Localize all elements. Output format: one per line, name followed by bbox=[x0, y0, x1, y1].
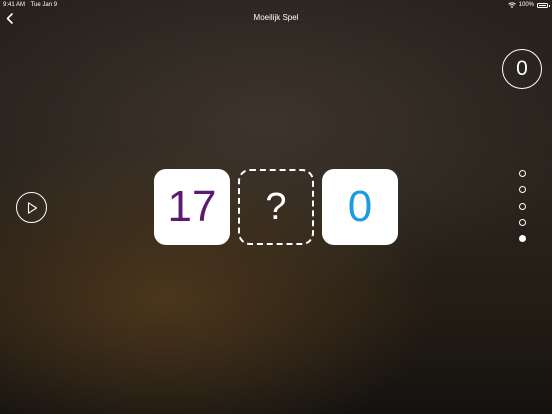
play-button[interactable] bbox=[16, 192, 47, 223]
battery-icon bbox=[537, 2, 550, 8]
number-tile-right: 0 bbox=[322, 169, 398, 245]
progress-dot bbox=[519, 202, 526, 210]
progress-dot bbox=[519, 170, 526, 177]
progress-dot bbox=[519, 235, 526, 243]
status-right: 100% bbox=[507, 0, 550, 10]
status-left: 9:41 AM Tue Jan 9 bbox=[3, 0, 61, 10]
status-date: Tue Jan 9 bbox=[30, 2, 58, 8]
progress-dot bbox=[519, 186, 526, 194]
wifi-icon bbox=[507, 2, 516, 8]
score-counter: 0 bbox=[502, 49, 542, 89]
page-title: Moeilijk Spel bbox=[253, 13, 299, 22]
answer-slot[interactable]: ? bbox=[238, 169, 314, 245]
play-icon bbox=[27, 201, 37, 214]
status-bar: 9:41 AM Tue Jan 9 100% bbox=[0, 0, 552, 10]
battery-percent: 100% bbox=[518, 2, 534, 8]
progress-dots bbox=[519, 170, 527, 251]
status-time: 9:41 AM bbox=[3, 2, 26, 8]
progress-dot bbox=[519, 218, 526, 226]
number-tile-left: 17 bbox=[154, 169, 230, 245]
